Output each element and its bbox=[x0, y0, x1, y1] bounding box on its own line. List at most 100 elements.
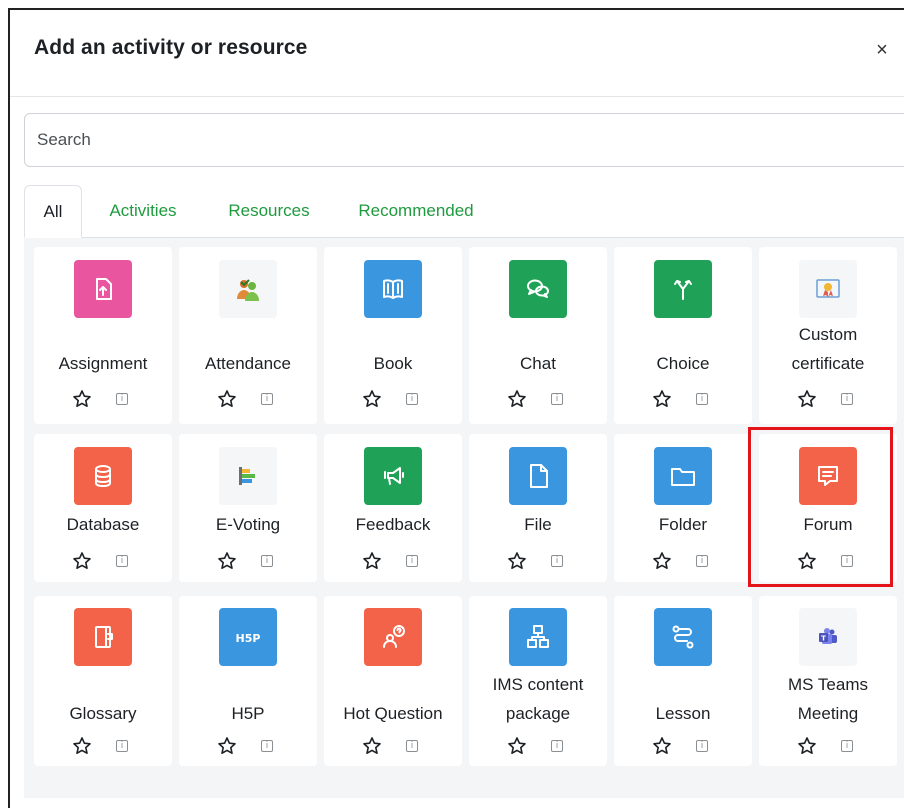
activity-card-h5p[interactable]: H5P H5P i bbox=[179, 596, 317, 766]
database-icon bbox=[74, 447, 132, 505]
activity-label: MS Teams Meeting bbox=[788, 675, 868, 723]
activity-card-glossary[interactable]: Glossary i bbox=[34, 596, 172, 766]
tab-recommended[interactable]: Recommended bbox=[346, 185, 486, 237]
activity-label: Chat bbox=[520, 354, 556, 373]
star-icon[interactable] bbox=[507, 551, 527, 571]
lesson-icon bbox=[654, 608, 712, 666]
folder-icon bbox=[654, 447, 712, 505]
activity-label: File bbox=[524, 515, 552, 534]
star-icon[interactable] bbox=[217, 389, 237, 409]
star-icon[interactable] bbox=[507, 736, 527, 756]
activity-label: Attendance bbox=[204, 354, 291, 373]
activity-card-database[interactable]: Database i bbox=[34, 434, 172, 582]
attendance-icon bbox=[219, 260, 277, 318]
activity-card-forum[interactable]: Forum i bbox=[759, 434, 897, 582]
close-icon[interactable]: × bbox=[872, 38, 892, 62]
hot-question-icon bbox=[364, 608, 422, 666]
info-icon[interactable]: i bbox=[116, 393, 128, 405]
activity-card-folder[interactable]: Folder i bbox=[614, 434, 752, 582]
star-icon[interactable] bbox=[797, 551, 817, 571]
activity-card-custom-certificate[interactable]: Custom certificate i bbox=[759, 247, 897, 424]
activity-label: Book bbox=[373, 354, 413, 373]
info-icon[interactable]: i bbox=[841, 740, 853, 752]
activity-label: Choice bbox=[656, 354, 710, 373]
ms-teams-icon: T bbox=[799, 608, 857, 666]
svg-text:T: T bbox=[821, 635, 826, 643]
activity-label: Lesson bbox=[655, 704, 711, 723]
star-icon[interactable] bbox=[507, 389, 527, 409]
info-icon[interactable]: i bbox=[406, 555, 418, 567]
activity-label: H5P bbox=[231, 704, 265, 723]
activity-label: Custom certificate bbox=[791, 325, 865, 373]
activity-label: E-Voting bbox=[215, 515, 281, 534]
info-icon[interactable]: i bbox=[261, 555, 273, 567]
feedback-icon bbox=[364, 447, 422, 505]
info-icon[interactable]: i bbox=[696, 393, 708, 405]
activity-card-assignment[interactable]: Assignment i bbox=[34, 247, 172, 424]
star-icon[interactable] bbox=[652, 389, 672, 409]
star-icon[interactable] bbox=[362, 551, 382, 571]
ims-package-icon bbox=[509, 608, 567, 666]
activity-label: Glossary bbox=[69, 704, 137, 723]
info-icon[interactable]: i bbox=[551, 740, 563, 752]
info-icon[interactable]: i bbox=[406, 740, 418, 752]
star-icon[interactable] bbox=[217, 551, 237, 571]
tab-bar: All Activities Resources Recommended bbox=[24, 185, 904, 238]
activity-card-attendance[interactable]: Attendance i bbox=[179, 247, 317, 424]
tab-resources[interactable]: Resources bbox=[214, 185, 324, 237]
file-icon bbox=[509, 447, 567, 505]
forum-icon bbox=[799, 447, 857, 505]
activity-card-e-voting[interactable]: E-Voting i bbox=[179, 434, 317, 582]
info-icon[interactable]: i bbox=[551, 555, 563, 567]
activity-label: Hot Question bbox=[343, 704, 443, 723]
activity-label: Feedback bbox=[355, 515, 431, 534]
activity-label: Assignment bbox=[58, 354, 148, 373]
info-icon[interactable]: i bbox=[696, 740, 708, 752]
info-icon[interactable]: i bbox=[841, 393, 853, 405]
activity-card-chat[interactable]: Chat i bbox=[469, 247, 607, 424]
modal-header: Add an activity or resource × bbox=[10, 10, 904, 97]
info-icon[interactable]: i bbox=[261, 740, 273, 752]
h5p-icon: H5P bbox=[219, 608, 277, 666]
activity-card-feedback[interactable]: Feedback i bbox=[324, 434, 462, 582]
assignment-icon bbox=[74, 260, 132, 318]
activity-label: Forum bbox=[803, 515, 853, 534]
info-icon[interactable]: i bbox=[841, 555, 853, 567]
info-icon[interactable]: i bbox=[116, 555, 128, 567]
info-icon[interactable]: i bbox=[696, 555, 708, 567]
choice-icon bbox=[654, 260, 712, 318]
tab-activities[interactable]: Activities bbox=[96, 185, 190, 237]
certificate-icon bbox=[799, 260, 857, 318]
activity-card-choice[interactable]: Choice i bbox=[614, 247, 752, 424]
tab-all[interactable]: All bbox=[24, 185, 82, 238]
star-icon[interactable] bbox=[72, 551, 92, 571]
chat-icon bbox=[509, 260, 567, 318]
star-icon[interactable] bbox=[72, 736, 92, 756]
star-icon[interactable] bbox=[72, 389, 92, 409]
star-icon[interactable] bbox=[362, 389, 382, 409]
activity-card-ims-content-package[interactable]: IMS content package i bbox=[469, 596, 607, 766]
activity-card-lesson[interactable]: Lesson i bbox=[614, 596, 752, 766]
activity-label: IMS content package bbox=[492, 675, 584, 723]
info-icon[interactable]: i bbox=[261, 393, 273, 405]
star-icon[interactable] bbox=[362, 736, 382, 756]
search-input[interactable] bbox=[24, 113, 904, 167]
star-icon[interactable] bbox=[652, 551, 672, 571]
star-icon[interactable] bbox=[797, 736, 817, 756]
activity-card-ms-teams-meeting[interactable]: T MS Teams Meeting i bbox=[759, 596, 897, 766]
star-icon[interactable] bbox=[652, 736, 672, 756]
activity-card-file[interactable]: File i bbox=[469, 434, 607, 582]
activity-card-book[interactable]: Book i bbox=[324, 247, 462, 424]
activity-label: Database bbox=[66, 515, 140, 534]
info-icon[interactable]: i bbox=[406, 393, 418, 405]
evoting-icon bbox=[219, 447, 277, 505]
info-icon[interactable]: i bbox=[116, 740, 128, 752]
info-icon[interactable]: i bbox=[551, 393, 563, 405]
glossary-icon bbox=[74, 608, 132, 666]
svg-text:H5P: H5P bbox=[236, 632, 261, 645]
activity-card-hot-question[interactable]: Hot Question i bbox=[324, 596, 462, 766]
book-icon bbox=[364, 260, 422, 318]
star-icon[interactable] bbox=[217, 736, 237, 756]
modal-title: Add an activity or resource bbox=[34, 36, 308, 59]
star-icon[interactable] bbox=[797, 389, 817, 409]
